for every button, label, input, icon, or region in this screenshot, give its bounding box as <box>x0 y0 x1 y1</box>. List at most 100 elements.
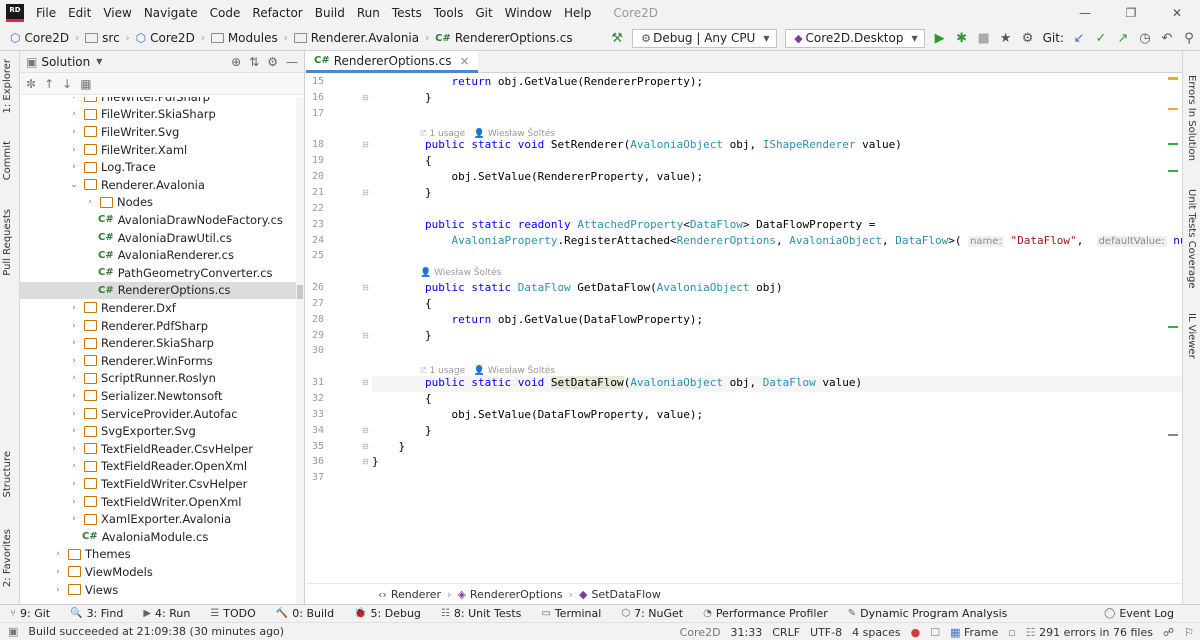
code-line[interactable]: { <box>372 392 432 405</box>
run-icon[interactable]: ▶ <box>929 27 951 49</box>
tree-item[interactable]: › Renderer.PdfSharp <box>20 317 296 335</box>
tree-item[interactable]: › Renderer.Dxf <box>20 299 296 317</box>
tool-window-5-debug[interactable]: 🐞 5: Debug <box>344 607 431 620</box>
solution-view-icon[interactable]: ▣ <box>26 55 37 69</box>
code-line[interactable]: public static DataFlow GetDataFlow(Avalo… <box>372 281 783 294</box>
code-line[interactable]: public static void SetRenderer(AvaloniaO… <box>372 138 902 151</box>
code-line[interactable]: } <box>372 91 432 104</box>
menu-refactor[interactable]: Refactor <box>246 6 308 20</box>
tool-window-7-nuget[interactable]: ⬡ 7: NuGet <box>611 607 693 620</box>
frame-widget[interactable]: ▦ Frame <box>950 626 998 639</box>
chevron-right-icon[interactable]: › <box>68 321 80 331</box>
code-line[interactable]: return obj.GetValue(DataFlowProperty); <box>372 313 703 326</box>
build-hammer-icon[interactable]: ⚒ <box>606 27 628 49</box>
tree-item[interactable]: › Themes <box>20 546 296 564</box>
status-encoding[interactable]: UTF-8 <box>810 626 842 639</box>
chevron-right-icon[interactable]: › <box>68 409 80 419</box>
code-breadcrumb-item[interactable]: ‹› Renderer <box>372 588 447 601</box>
menu-file[interactable]: File <box>30 6 62 20</box>
tree-item[interactable]: › FileWriter.Svg <box>20 123 296 141</box>
menu-window[interactable]: Window <box>499 6 558 20</box>
code-line[interactable]: } <box>372 424 432 437</box>
chevron-right-icon[interactable]: › <box>52 567 64 577</box>
change-marker[interactable] <box>1168 170 1178 172</box>
search-icon[interactable]: ⚲ <box>1178 27 1200 49</box>
fold-marker-icon[interactable]: ⊟ <box>362 283 369 292</box>
tool-window-9-git[interactable]: ⑂ 9: Git <box>0 607 60 620</box>
code-breadcrumb-item[interactable]: ◈ RendererOptions <box>451 588 568 601</box>
show-all-icon[interactable]: ✼ <box>26 77 36 91</box>
tree-item[interactable]: C# AvaloniaRenderer.cs <box>20 246 296 264</box>
chevron-right-icon[interactable]: › <box>68 497 80 507</box>
menu-help[interactable]: Help <box>558 6 597 20</box>
tool-window-0-build[interactable]: 🔨 0: Build <box>266 607 344 620</box>
code-line[interactable]: return obj.GetValue(RendererProperty); <box>372 75 703 88</box>
change-marker[interactable] <box>1168 326 1178 328</box>
tab-favorites[interactable]: 2: Favorites <box>2 529 13 587</box>
tab-structure[interactable]: Structure <box>2 451 13 498</box>
attach-icon[interactable]: ★ <box>995 27 1017 49</box>
restore-icon[interactable]: ❐ <box>1108 0 1154 26</box>
tree-item[interactable]: › FileWriter.Xaml <box>20 141 296 159</box>
code-area[interactable]: return obj.GetValue(RendererProperty); }… <box>372 73 1182 583</box>
chevron-right-icon[interactable]: › <box>68 162 80 172</box>
menu-run[interactable]: Run <box>351 6 386 20</box>
tree-item[interactable]: C# AvaloniaDrawNodeFactory.cs <box>20 211 296 229</box>
chevron-right-icon[interactable]: › <box>68 97 80 102</box>
tool-window-performance-profiler[interactable]: ◔ Performance Profiler <box>693 607 838 620</box>
chevron-right-icon[interactable]: › <box>68 303 80 313</box>
tree-item[interactable]: › Serializer.Newtonsoft <box>20 387 296 405</box>
status-message[interactable]: Build succeeded at 21:09:38 (30 minutes … <box>28 625 284 638</box>
tab-explorer[interactable]: 1: Explorer <box>2 59 13 114</box>
status-project[interactable]: Core2D <box>680 626 721 639</box>
menu-build[interactable]: Build <box>309 6 351 20</box>
status-caret-position[interactable]: 31:33 <box>731 626 763 639</box>
minimize-icon[interactable]: — <box>1062 0 1108 26</box>
fold-marker-icon[interactable]: ⊟ <box>362 378 369 387</box>
tree-item[interactable]: › TextFieldReader.CsvHelper <box>20 440 296 458</box>
chevron-right-icon[interactable]: › <box>68 356 80 366</box>
chevron-right-icon[interactable]: › <box>68 109 80 119</box>
chevron-right-icon[interactable]: › <box>68 391 80 401</box>
code-vision-hint[interactable]: 👤 Wiesław Šoltés <box>420 268 501 278</box>
menu-code[interactable]: Code <box>204 6 247 20</box>
navbar-crumb[interactable]: C# RendererOptions.cs <box>431 31 576 45</box>
git-push-icon[interactable]: ↗ <box>1112 27 1134 49</box>
event-log-button[interactable]: ◯ Event Log <box>1094 607 1184 620</box>
expand-icon[interactable]: ↑ <box>44 77 54 91</box>
fold-marker-icon[interactable]: ⊟ <box>362 93 369 102</box>
tree-item[interactable]: C# AvaloniaDrawUtil.cs <box>20 229 296 247</box>
status-panel-icon[interactable]: ▣ <box>8 625 18 638</box>
code-line[interactable]: public static readonly AttachedProperty<… <box>372 218 875 231</box>
tree-item[interactable]: › Nodes <box>20 194 296 212</box>
change-marker[interactable] <box>1168 143 1178 145</box>
code-line[interactable]: obj.SetValue(RendererProperty, value); <box>372 170 703 183</box>
hide-icon[interactable]: — <box>286 55 298 69</box>
tree-item[interactable]: › TextFieldReader.OpenXml <box>20 458 296 476</box>
chevron-down-icon[interactable]: ▼ <box>96 57 102 66</box>
code-line[interactable]: public static void SetDataFlow(AvaloniaO… <box>372 376 862 390</box>
tree-item[interactable]: › XamlExporter.Avalonia <box>20 510 296 528</box>
tree-item[interactable]: › Renderer.WinForms <box>20 352 296 370</box>
tab-rendereroptions[interactable]: C# RendererOptions.cs × <box>306 51 478 73</box>
menu-navigate[interactable]: Navigate <box>138 6 204 20</box>
tab-commit[interactable]: Commit <box>2 141 13 180</box>
warning-marker[interactable] <box>1168 108 1178 110</box>
collapse-icon[interactable]: ↓ <box>62 77 72 91</box>
lock-icon[interactable]: ☐ <box>930 626 940 639</box>
tree-item[interactable]: › Log.Trace <box>20 158 296 176</box>
run-target-select[interactable]: ◆ Core2D.Desktop ▼ <box>784 28 925 48</box>
tree-item[interactable]: C# RendererOptions.cs <box>20 281 296 300</box>
preview-icon[interactable]: ▦ <box>80 77 91 91</box>
history-icon[interactable]: ◷ <box>1134 27 1156 49</box>
menu-tests[interactable]: Tests <box>386 6 428 20</box>
chevron-right-icon[interactable]: › <box>52 585 64 595</box>
tab-il-viewer[interactable]: IL Viewer <box>1186 313 1197 359</box>
warning-marker[interactable] <box>1168 77 1178 80</box>
tool-window-4-run[interactable]: ▶ 4: Run <box>133 607 200 620</box>
code-line[interactable]: } <box>372 440 405 453</box>
chevron-right-icon[interactable]: › <box>68 514 80 524</box>
code-line[interactable]: { <box>372 297 432 310</box>
chevron-right-icon[interactable]: › <box>68 373 80 383</box>
navbar-crumb[interactable]: src <box>81 31 124 45</box>
